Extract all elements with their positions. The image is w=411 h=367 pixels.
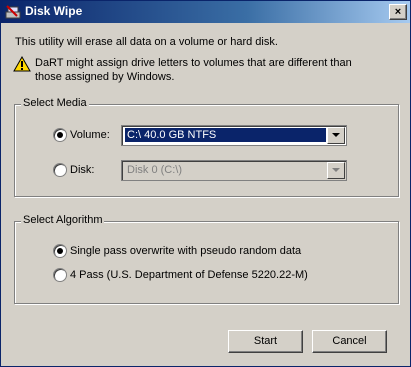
select-algorithm-group: Select Algorithm Single pass overwrite w… [14, 214, 399, 304]
volume-radio[interactable] [53, 128, 67, 142]
four-pass-label: 4 Pass (U.S. Department of Defense 5220.… [70, 269, 308, 281]
select-media-group: Select Media Volume: C:\ 40.0 GB NTFS Di… [14, 97, 399, 197]
single-pass-label: Single pass overwrite with pseudo random… [70, 245, 302, 257]
chevron-down-icon[interactable] [327, 162, 345, 179]
warning-icon [13, 56, 31, 72]
disk-wipe-icon [5, 5, 21, 19]
select-media-label: Select Media [21, 97, 89, 109]
volume-select[interactable]: C:\ 40.0 GB NTFS [121, 125, 347, 146]
volume-label: Volume: [70, 129, 110, 141]
chevron-down-icon[interactable] [327, 127, 345, 144]
close-icon: × [394, 6, 402, 18]
intro-text: This utility will erase all data on a vo… [15, 36, 278, 48]
close-button[interactable]: × [389, 4, 407, 20]
disk-radio[interactable] [53, 163, 67, 177]
disk-value: Disk 0 (C:\) [127, 164, 182, 176]
select-algorithm-label: Select Algorithm [21, 214, 105, 226]
disk-select[interactable]: Disk 0 (C:\) [121, 160, 347, 181]
volume-value: C:\ 40.0 GB NTFS [125, 128, 326, 142]
start-button[interactable]: Start [228, 330, 303, 353]
window-title: Disk Wipe [25, 4, 83, 18]
disk-wipe-dialog: Disk Wipe × This utility will erase all … [0, 0, 411, 367]
title-bar[interactable]: Disk Wipe × [1, 1, 410, 23]
cancel-button[interactable]: Cancel [312, 330, 387, 353]
single-pass-radio[interactable] [53, 244, 67, 258]
four-pass-radio[interactable] [53, 268, 67, 282]
warning-text: DaRT might assign drive letters to volum… [35, 57, 352, 83]
disk-label: Disk: [70, 164, 95, 176]
